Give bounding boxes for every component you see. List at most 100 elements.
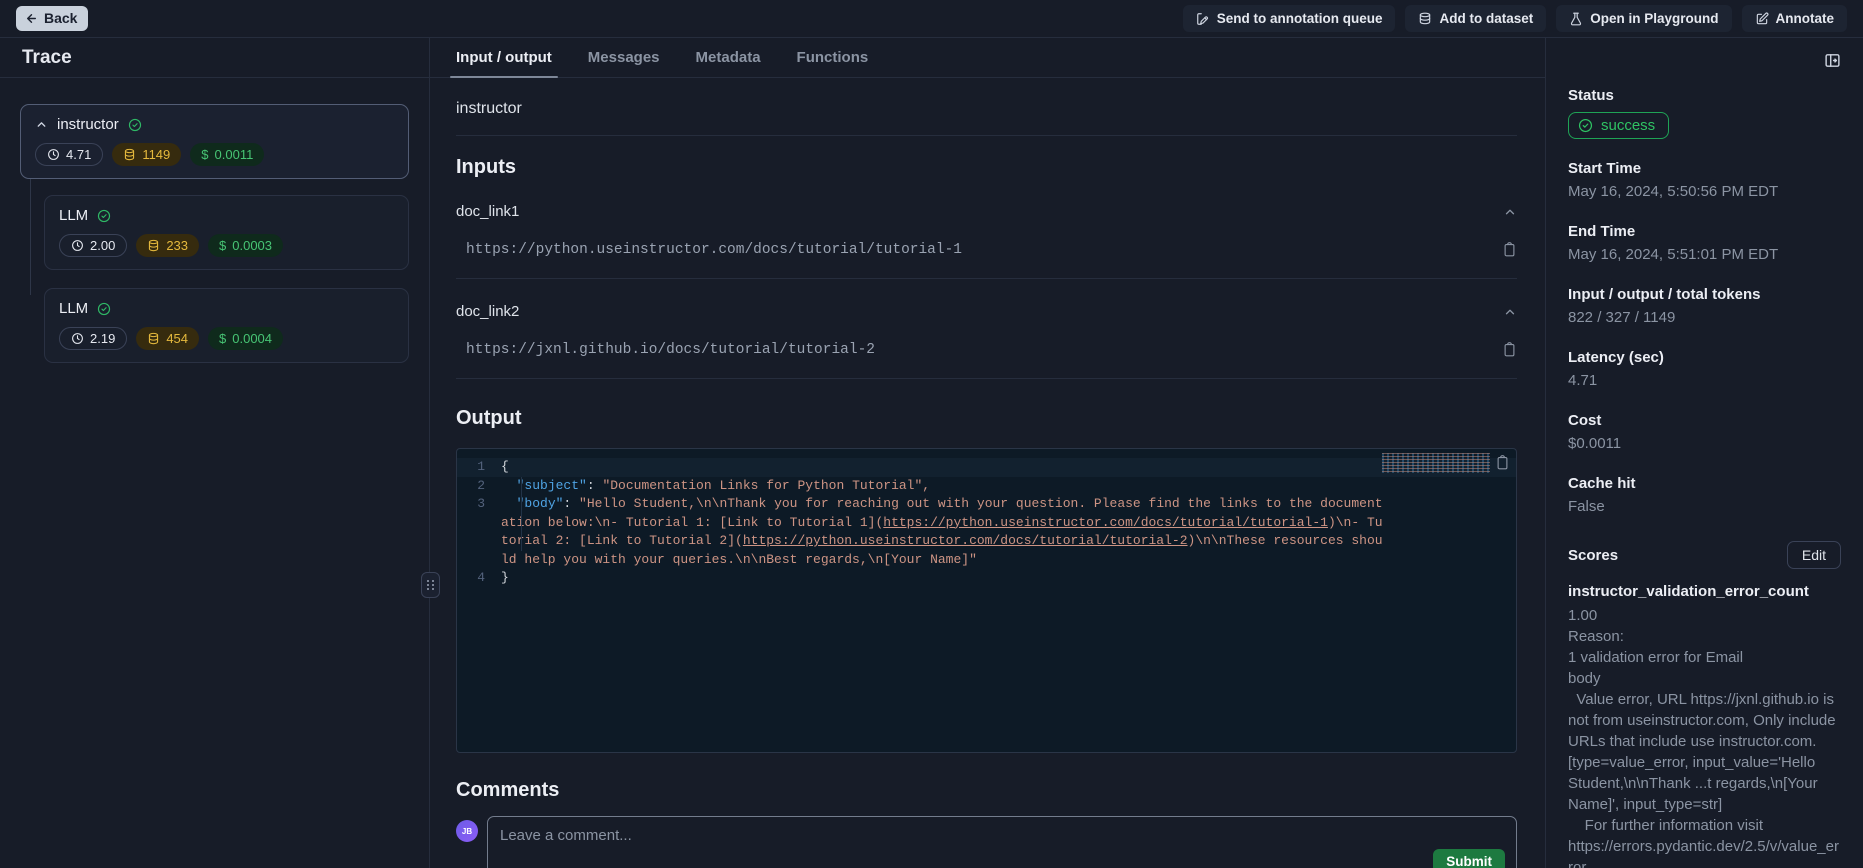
end-time-label: End Time: [1568, 223, 1841, 240]
annotate-button[interactable]: Annotate: [1742, 5, 1848, 32]
status-badge: success: [1568, 112, 1669, 139]
trace-panel: Trace instructor 4.71: [0, 38, 430, 868]
add-to-dataset-button[interactable]: Add to dataset: [1405, 5, 1546, 32]
cost-value: 0.0011: [215, 147, 254, 162]
playground-flask-icon: [1569, 12, 1583, 26]
code-line: 1 {: [457, 458, 1516, 477]
tokens-section: Input / output / total tokens 822 / 327 …: [1568, 286, 1841, 328]
open-in-playground-button[interactable]: Open in Playground: [1556, 5, 1731, 32]
tokens-label: Input / output / total tokens: [1568, 286, 1841, 303]
tab-metadata[interactable]: Metadata: [696, 38, 761, 77]
latency-value: 2.19: [90, 331, 115, 346]
divider: [456, 378, 1517, 379]
chevron-up-icon: [1503, 205, 1517, 219]
score-reason-text: body: [1568, 668, 1841, 689]
score-reason-text: For further information visit https://er…: [1568, 815, 1841, 868]
cost-badge: $ 0.0003: [208, 234, 283, 257]
clipboard-icon: [1502, 342, 1517, 357]
annotation-queue-icon: [1196, 12, 1210, 26]
copy-output-button[interactable]: [1495, 455, 1510, 470]
cost-badge: $ 0.0011: [190, 143, 264, 166]
latency-section: Latency (sec) 4.71: [1568, 349, 1841, 391]
code-text: "subject": "Documentation Links for Pyth…: [501, 477, 1516, 496]
score-reason-label: Reason:: [1568, 626, 1841, 647]
edit-scores-button[interactable]: Edit: [1787, 541, 1841, 569]
end-time-section: End Time May 16, 2024, 5:51:01 PM EDT: [1568, 223, 1841, 265]
score-reason-text: Value error, URL https://jxnl.github.io …: [1568, 689, 1841, 815]
success-check-icon: [128, 118, 142, 132]
tab-bar: Input / output Messages Metadata Functio…: [430, 38, 1545, 78]
chevron-up-icon[interactable]: [35, 118, 48, 131]
details-panel: Status success Start Time May 16, 2024, …: [1545, 38, 1863, 868]
score-reason-text: 1 validation error for Email: [1568, 647, 1841, 668]
trace-node-badges: 2.19 454 $ 0.0004: [59, 327, 394, 350]
cost-value: 0.0003: [232, 238, 272, 253]
trace-node-badges: 2.00 233 $ 0.0003: [59, 234, 394, 257]
dataset-icon: [1418, 12, 1432, 26]
trace-panel-title: Trace: [22, 47, 72, 69]
trace-node-llm-1[interactable]: LLM 2.00 233: [44, 195, 409, 270]
input-field-doc-link1: doc_link1 https://python.useinstructor.c…: [456, 203, 1517, 279]
annotate-pencil-icon: [1755, 12, 1769, 26]
panel-resize-grip[interactable]: [421, 572, 440, 598]
trace-node-name: instructor: [57, 116, 119, 133]
latency-value: 2.00: [90, 238, 115, 253]
open-in-playground-label: Open in Playground: [1590, 11, 1718, 26]
output-heading: Output: [456, 407, 1517, 430]
trace-node-llm-2[interactable]: LLM 2.19 454: [44, 288, 409, 363]
tokens-badge: 1149: [112, 143, 181, 166]
back-button[interactable]: Back: [16, 6, 88, 31]
output-code-editor[interactable]: 1 { 2 "subject": "Documentation Links fo…: [456, 448, 1517, 753]
tokens-value: 822 / 327 / 1149: [1568, 308, 1841, 328]
copy-button[interactable]: [1502, 342, 1517, 357]
clipboard-icon: [1502, 242, 1517, 257]
trace-panel-header: Trace: [0, 38, 429, 78]
line-number: 3: [457, 495, 501, 569]
copy-button[interactable]: [1502, 242, 1517, 257]
collapse-panel-button[interactable]: [1824, 52, 1841, 69]
send-to-annotation-queue-button[interactable]: Send to annotation queue: [1183, 5, 1396, 32]
dollar-icon: $: [219, 331, 226, 346]
tokens-database-icon: [147, 239, 160, 252]
latency-badge: 4.71: [35, 143, 103, 166]
code-minimap: [1382, 453, 1490, 473]
trace-node-badges: 4.71 1149 $ 0.0011: [35, 143, 394, 166]
cost-badge: $ 0.0004: [208, 327, 283, 350]
status-value: success: [1601, 117, 1655, 134]
latency-value: 4.71: [1568, 371, 1841, 391]
code-line: 3 "body": "Hello Student,\n\nThank you f…: [457, 495, 1516, 569]
collapse-field-button[interactable]: [1503, 305, 1517, 319]
score-name: instructor_validation_error_count: [1568, 583, 1841, 600]
clipboard-icon: [1495, 455, 1510, 470]
success-check-icon: [97, 209, 111, 223]
clock-icon: [71, 332, 84, 345]
dollar-icon: $: [201, 147, 208, 162]
cache-hit-section: Cache hit False: [1568, 475, 1841, 517]
divider: [456, 135, 1517, 136]
comment-input[interactable]: [487, 816, 1517, 868]
latency-label: Latency (sec): [1568, 349, 1841, 366]
dollar-icon: $: [219, 238, 226, 253]
latency-value: 4.71: [66, 147, 91, 162]
collapse-field-button[interactable]: [1503, 205, 1517, 219]
input-field-value: https://python.useinstructor.com/docs/tu…: [456, 242, 962, 258]
line-number: 2: [457, 477, 501, 496]
cache-hit-label: Cache hit: [1568, 475, 1841, 492]
tab-messages[interactable]: Messages: [588, 38, 660, 77]
run-title: instructor: [456, 100, 1517, 118]
tokens-database-icon: [123, 148, 136, 161]
trace-node-instructor[interactable]: instructor 4.71 1149 $: [20, 104, 409, 179]
submit-comment-button[interactable]: Submit: [1433, 849, 1505, 868]
grip-dots-icon: [427, 580, 435, 590]
trace-node-name: LLM: [59, 300, 88, 317]
latency-badge: 2.00: [59, 234, 127, 257]
tab-input-output[interactable]: Input / output: [456, 38, 552, 77]
trace-node-name: LLM: [59, 207, 88, 224]
code-text: }: [501, 569, 1516, 588]
tokens-database-icon: [147, 332, 160, 345]
comments-heading: Comments: [456, 779, 1517, 802]
tokens-badge: 233: [136, 234, 199, 257]
tab-functions[interactable]: Functions: [797, 38, 869, 77]
trace-tree: instructor 4.71 1149 $: [0, 78, 429, 363]
end-time-value: May 16, 2024, 5:51:01 PM EDT: [1568, 245, 1841, 265]
